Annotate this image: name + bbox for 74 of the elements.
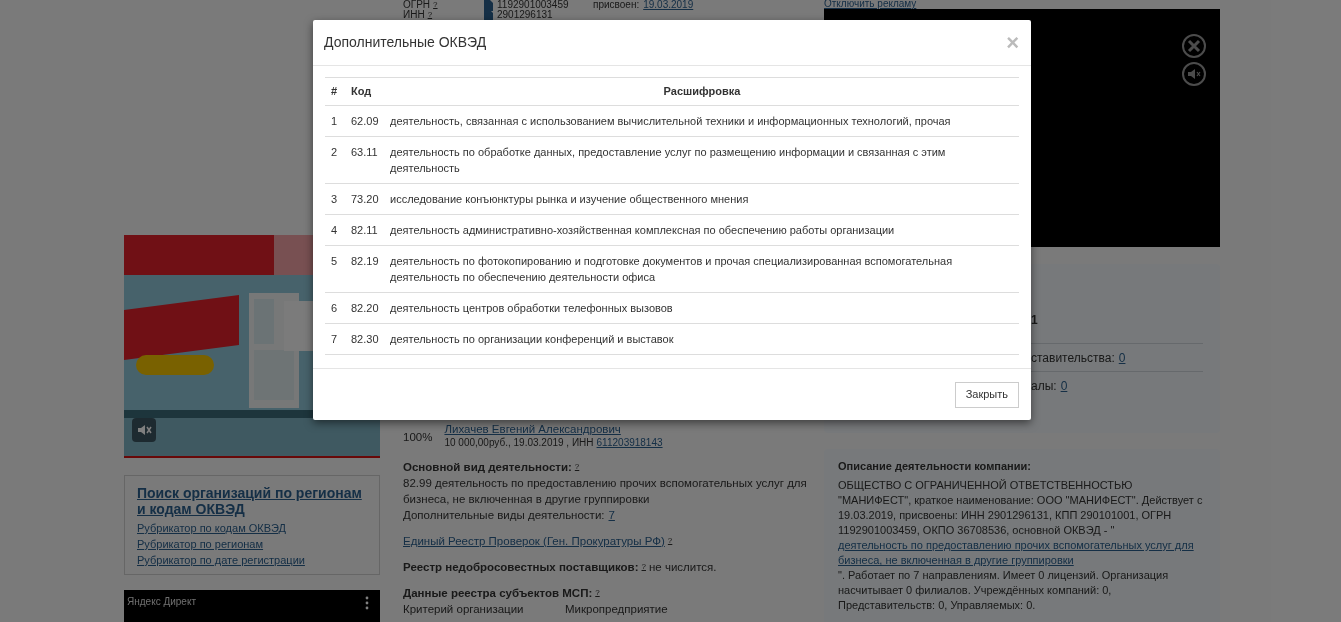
row-number: 7 (325, 323, 347, 355)
disable-ads-link[interactable]: Отключить рекламу (824, 0, 1220, 9)
okved-description: деятельность по организации конференций и выставок (385, 323, 1019, 355)
activity-text: 82.99 деятельность по предоставлению прочих вспомогательных услуг для бизнеса, не включенная в другие группировки (403, 476, 808, 507)
section-heading: Основной вид деятельности: (403, 460, 572, 475)
criterion-value: Микропредприятие (565, 602, 668, 617)
criterion-label: Критерий организации (403, 602, 525, 617)
hint-link[interactable]: ? (667, 533, 673, 549)
field-label: присвоен: (593, 0, 640, 10)
field-label: ИНН (403, 10, 425, 20)
document-icon (484, 0, 493, 11)
document-icon (484, 9, 493, 21)
modal-title: Дополнительные ОКВЭД (324, 33, 487, 52)
close-button[interactable]: Закрыть (954, 381, 1019, 408)
field-label: ОГРН (403, 0, 431, 10)
founder-link[interactable]: Лихачев Евгений Александрович (444, 422, 663, 436)
okved-code: 62.09 (347, 105, 385, 137)
row-number: 2 (325, 136, 347, 184)
okved-description: деятельность, связанная с использованием вычислительной техники и информационных технологий, прочая (385, 105, 1019, 137)
activity-link[interactable]: деятельность по предоставлению прочих вспомогательных услуг для бизнеса, не включенная в другие группировки (838, 538, 1206, 568)
hint-link[interactable]: ? (595, 585, 600, 601)
row-number: 1 (325, 105, 347, 137)
additional-label: Дополнительные виды деятельности: (403, 508, 605, 523)
stat-label: ставительства: (1031, 349, 1115, 367)
okved-description: деятельность по обработке данных, предоставление услуг по размещению информации и связанная с этим деятельность (385, 136, 1019, 184)
stat-value: 1 (1031, 312, 1038, 327)
search-box-title[interactable]: Поиск организаций по регионам и кодам ОКВЭД (137, 485, 367, 517)
column-header: Код (351, 85, 372, 98)
rubricator-link[interactable]: Рубрикатор по регионам (137, 536, 264, 552)
description-text: ". Работает по 7 направлениям. Имеет 0 лицензий. Организация насчитывает 0 филиалов. Учреждённых компаний: 0, Представительств: 0, Управляемых: 0. (838, 568, 1170, 613)
stat-link[interactable]: 0 (1060, 376, 1068, 395)
more-icon[interactable] (365, 596, 369, 610)
hint-link[interactable]: ? (641, 559, 646, 575)
share-percent: 100% (403, 430, 433, 445)
okved-code: 63.11 (347, 136, 385, 184)
okved-code: 82.20 (347, 292, 385, 324)
row-number: 4 (325, 214, 347, 246)
okved-code: 73.20 (347, 183, 385, 215)
okved-description: деятельность административно-хозяйственная комплексная по обеспечению работы организации (385, 214, 1019, 246)
mute-icon[interactable] (1182, 62, 1206, 86)
registry-status: не числится. (649, 560, 717, 575)
rubricator-link[interactable]: Рубрикатор по кодам ОКВЭД (137, 520, 287, 536)
okved-description: деятельность центров обработки телефонных вызовов (385, 292, 1019, 324)
inspections-link[interactable]: Единый Реестр Проверок (Ген. Прокуратуры РФ) (403, 533, 665, 549)
date-link[interactable]: 19.03.2019 (643, 0, 694, 10)
okved-code: 82.11 (347, 214, 385, 246)
description-text: ОБЩЕСТВО С ОГРАНИЧЕННОЙ ОТВЕТСТВЕННОСТЬЮ "МАНИФЕСТ", краткое наименование: ООО "МАНИФЕСТ". Действует с 19.03.2019, присвоены: ИНН 2901296131, КПП 290101001, ОГРН 1192901003459, ОКПО 36708536, основной ОКВЭД - " (838, 478, 1204, 538)
description-heading: Описание деятельности компании: (838, 459, 1031, 473)
field-value: 1192901003459 (497, 0, 570, 10)
column-header: # (331, 85, 338, 98)
section-heading: Данные реестра субъектов МСП: (403, 586, 593, 601)
hint-link[interactable]: ? (427, 10, 433, 20)
okved-code: 82.19 (347, 245, 385, 293)
stat-link[interactable]: 0 (1118, 348, 1126, 367)
row-number: 3 (325, 183, 347, 215)
okved-code: 82.30 (347, 323, 385, 355)
hint-link[interactable]: ? (433, 0, 438, 10)
hint-link[interactable]: ? (574, 459, 580, 475)
ad-label: Яндекс Директ (127, 596, 196, 608)
okved-description: исследование конъюнктуры рынка и изучение общественного мнения (385, 183, 1019, 215)
rubricator-link[interactable]: Рубрикатор по дате регистрации (137, 552, 305, 568)
stat-label: алы: (1031, 377, 1057, 395)
row-number: 5 (325, 245, 347, 293)
close-button[interactable]: × (1006, 32, 1019, 53)
row-number: 6 (325, 292, 347, 324)
column-header: Расшифровка (663, 85, 741, 98)
section-heading: Реестр недобросовестных поставщиков: (403, 560, 639, 575)
okved-description: деятельность по фотокопированию и подготовке документов и прочая специализированная вспомогательная деятельность по обеспечению деятельности офиса (385, 245, 1019, 293)
mute-icon[interactable] (132, 418, 156, 442)
close-icon[interactable] (1182, 34, 1206, 58)
field-value: 2901296131 (497, 10, 554, 20)
additional-link[interactable]: 7 (608, 507, 615, 523)
inn-link[interactable]: 611203918143 (596, 436, 663, 450)
founder-details: 10 000,00руб., 19.03.2019 , ИНН (444, 436, 594, 450)
